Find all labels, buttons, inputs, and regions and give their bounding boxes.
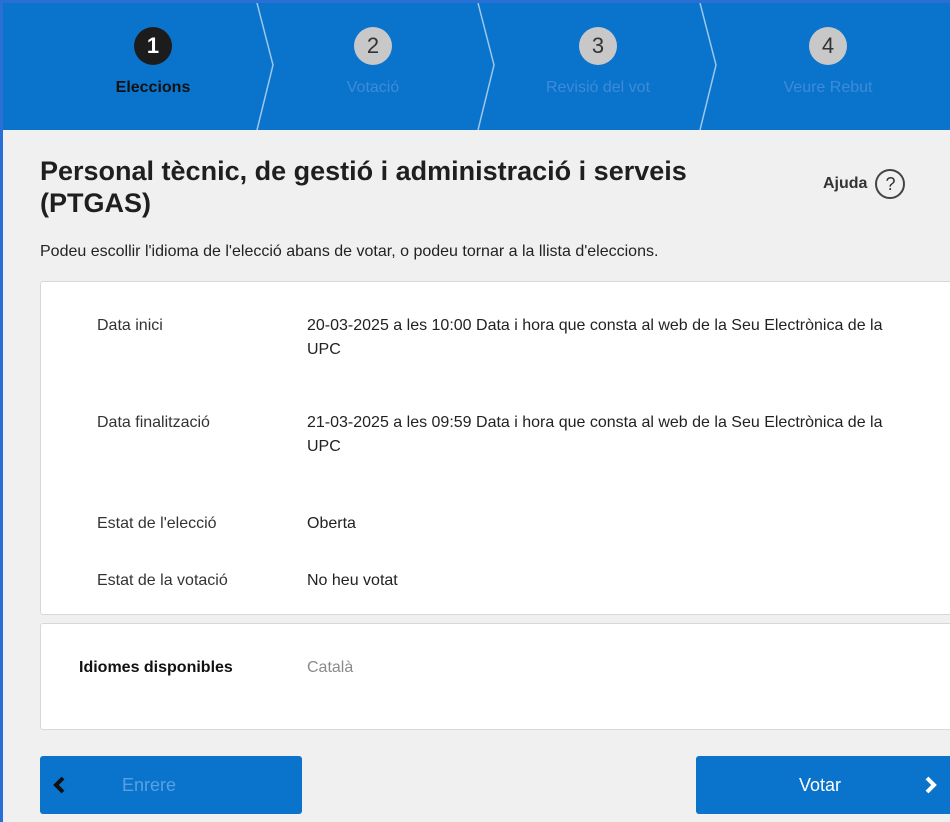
step-receipt: 4 Veure Rebut [748, 3, 908, 130]
step-number: 4 [809, 27, 847, 65]
step-label: Veure Rebut [783, 79, 873, 96]
step-separator-3 [699, 3, 717, 130]
page-title: Personal tècnic, de gestió i administrac… [40, 156, 687, 218]
detail-value: No heu votat [307, 572, 398, 589]
step-voting: 2 Votació [303, 3, 443, 130]
step-label: Revisió del vot [545, 79, 651, 96]
languages-card: Idiomes disponibles Català [40, 623, 950, 730]
detail-label: Estat de l'elecció [97, 515, 217, 532]
intro-text: Podeu escollir l'idioma de l'elecció aba… [40, 243, 659, 260]
detail-value: 21-03-2025 a les 09:59 Data i hora que c… [307, 414, 883, 455]
vote-button[interactable]: Votar [696, 756, 950, 814]
detail-value: Oberta [307, 515, 356, 532]
languages-label: Idiomes disponibles [79, 659, 233, 676]
detail-value: 20-03-2025 a les 10:00 Data i hora que c… [307, 317, 883, 358]
step-number: 3 [579, 27, 617, 65]
step-number: 2 [354, 27, 392, 65]
step-review: 3 Revisió del vot [518, 3, 678, 130]
help-icon: ? [875, 169, 906, 199]
wizard-steps-bar: 1 Eleccions 2 Votació 3 Revisió del vot … [3, 3, 950, 130]
chevron-left-icon [53, 776, 65, 794]
detail-label: Estat de la votació [97, 572, 228, 589]
step-elections[interactable]: 1 Eleccions [83, 3, 223, 130]
step-separator-2 [477, 3, 495, 130]
detail-label: Data finalització [97, 414, 210, 431]
chevron-right-icon [925, 776, 937, 794]
page-frame: 1 Eleccions 2 Votació 3 Revisió del vot … [0, 0, 950, 822]
step-number: 1 [134, 27, 172, 65]
detail-label: Data inici [97, 317, 163, 334]
help-label: Ajuda [823, 175, 868, 192]
back-button-label: Enrere [122, 774, 177, 795]
vote-button-label: Votar [799, 774, 842, 795]
back-button[interactable]: Enrere [40, 756, 302, 814]
step-label: Eleccions [115, 79, 191, 96]
help-link[interactable]: Ajuda ? [823, 169, 906, 199]
step-label: Votació [346, 79, 400, 96]
election-details-card: Data inici 20-03-2025 a les 10:00 Data i… [40, 281, 950, 615]
language-option[interactable]: Català [307, 654, 353, 682]
step-separator-1 [256, 3, 274, 130]
